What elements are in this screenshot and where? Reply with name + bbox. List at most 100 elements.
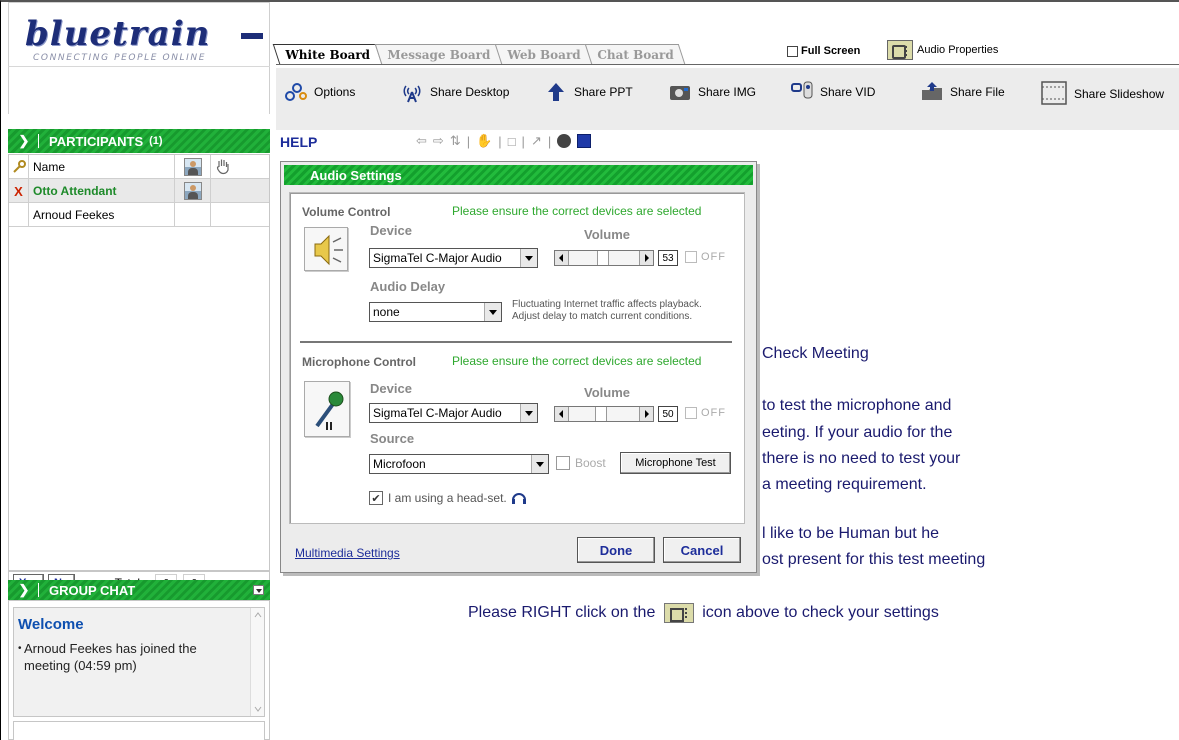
cancel-button[interactable]: Cancel <box>663 537 741 563</box>
message-line: ost present for this test meeting <box>762 551 986 568</box>
share-vid-button[interactable]: Share VID <box>790 80 875 104</box>
save-icon[interactable] <box>577 134 592 148</box>
share-slideshow-button[interactable]: Share Slideshow <box>1040 80 1164 108</box>
divider: | <box>547 133 552 149</box>
message-text: Please RIGHT click on the <box>468 604 656 622</box>
speaker-off-toggle[interactable]: OFF <box>685 251 726 263</box>
mic-volume-value[interactable]: 50 <box>658 406 678 422</box>
done-button[interactable]: Done <box>577 537 655 563</box>
key-icon <box>9 155 29 179</box>
speaker-off-checkbox[interactable] <box>685 251 697 263</box>
chevron-down-icon[interactable] <box>520 404 537 422</box>
slideshow-icon <box>1041 81 1067 105</box>
participants-header[interactable]: ❯ PARTICIPANTS (1) <box>8 129 270 153</box>
message-line: a meeting requirement. <box>762 476 927 493</box>
webcam-icon <box>791 81 813 99</box>
audio-properties-icon <box>887 40 913 60</box>
tab-chat-board[interactable]: Chat Board <box>584 44 686 64</box>
tab-web-board[interactable]: Web Board <box>494 44 593 64</box>
participant-name: Otto Attendant <box>29 179 175 203</box>
participants-list: Name X Otto Attendant Arnoud Feekes <box>8 154 270 571</box>
chat-scrollbar[interactable] <box>250 608 264 716</box>
blank-page-icon[interactable]: □ <box>508 134 516 149</box>
device-label: Device <box>370 223 412 238</box>
collapse-icon[interactable] <box>253 585 264 595</box>
fullscreen-checkbox[interactable] <box>787 45 798 57</box>
divider: | <box>498 133 502 149</box>
slider-left-arrow-icon[interactable] <box>555 407 569 421</box>
dialog-title[interactable]: Audio Settings <box>284 165 753 185</box>
scroll-down-icon[interactable] <box>253 704 263 714</box>
column-name-header[interactable]: Name <box>29 155 175 179</box>
boost-checkbox[interactable] <box>556 456 570 470</box>
mic-volume-slider[interactable] <box>554 406 654 422</box>
chevron-down-icon[interactable] <box>520 249 537 267</box>
off-label: OFF <box>701 407 726 419</box>
slider-right-arrow-icon[interactable] <box>639 407 653 421</box>
slider-right-arrow-icon[interactable] <box>639 251 653 265</box>
mic-device-select[interactable]: SigmaTel C-Major Audio <box>369 403 538 423</box>
print-icon[interactable] <box>557 134 572 148</box>
volume-control-title: Volume Control <box>302 205 391 219</box>
divider <box>38 583 39 597</box>
multimedia-settings-link[interactable]: Multimedia Settings <box>295 546 400 560</box>
tab-message-board[interactable]: Message Board <box>374 44 503 64</box>
boost-label: Boost <box>575 456 606 470</box>
fullscreen-toggle[interactable]: Full Screen <box>787 45 860 57</box>
participants-count: (1) <box>149 135 163 147</box>
raise-hand-icon[interactable] <box>211 155 269 179</box>
pointer-hand-icon[interactable]: ✋ <box>476 133 492 149</box>
share-desktop-button[interactable]: Share Desktop <box>400 80 509 104</box>
folder-upload-icon <box>922 82 942 100</box>
speaker-volume-slider[interactable] <box>554 250 654 266</box>
message-line: Check Meeting <box>762 345 869 362</box>
boost-toggle[interactable]: Boost <box>556 456 606 470</box>
chat-log: Welcome • Arnoud Feekes has joined the m… <box>13 607 265 717</box>
message-line: to test the microphone and <box>762 397 952 414</box>
help-link[interactable]: HELP <box>280 134 317 150</box>
chevron-down-icon[interactable] <box>531 455 548 473</box>
mic-source-select[interactable]: Microfoon <box>369 454 549 474</box>
audio-delay-select[interactable]: none <box>369 302 502 322</box>
participant-row[interactable]: Arnoud Feekes <box>9 203 269 227</box>
slider-left-arrow-icon[interactable] <box>555 251 569 265</box>
mic-device-value: SigmaTel C-Major Audio <box>373 406 502 420</box>
options-button[interactable]: Options <box>284 80 355 104</box>
microphone-test-button[interactable]: Microphone Test <box>620 452 731 474</box>
forward-icon[interactable]: ⇨ <box>433 133 444 149</box>
share-ppt-button[interactable]: Share PPT <box>544 80 633 104</box>
chevron-down-icon[interactable] <box>484 303 501 321</box>
headset-checkbox[interactable]: ✔ <box>369 491 383 505</box>
options-icon <box>285 83 307 101</box>
chat-message-text: Arnoud Feekes has joined the meeting (04… <box>24 641 197 673</box>
volume-control-note: Please ensure the correct devices are se… <box>452 204 702 218</box>
headset-icon <box>511 493 526 504</box>
chat-input[interactable] <box>13 721 265 740</box>
sort-icon[interactable]: ⇅ <box>450 133 461 149</box>
back-icon[interactable]: ⇦ <box>416 133 427 149</box>
audio-properties-button[interactable]: Audio Properties <box>887 40 998 60</box>
slider-thumb[interactable] <box>595 407 607 421</box>
mic-off-toggle[interactable]: OFF <box>685 407 726 419</box>
share-file-button[interactable]: Share File <box>920 80 1005 104</box>
slider-thumb[interactable] <box>597 251 609 265</box>
speaker-volume-value[interactable]: 53 <box>658 250 678 266</box>
delay-note-line: Fluctuating Internet traffic affects pla… <box>512 299 702 310</box>
message-line: there is no need to test your <box>762 450 961 467</box>
share-desktop-label: Share Desktop <box>430 85 510 99</box>
dialog-body: Volume Control Please ensure the correct… <box>289 192 745 524</box>
logo-area: bluetrain CONNECTING PEOPLE ONLINE <box>8 2 270 114</box>
speaker-device-select[interactable]: SigmaTel C-Major Audio <box>369 248 538 268</box>
share-img-button[interactable]: Share IMG <box>668 80 756 104</box>
source-label: Source <box>370 431 415 446</box>
cursor-icon[interactable]: ↗ <box>531 133 542 149</box>
participant-row[interactable]: X Otto Attendant <box>9 179 269 203</box>
tab-white-board[interactable]: White Board <box>272 44 382 64</box>
share-toolbar: Options Share Desktop Share PPT Share IM… <box>276 68 1179 130</box>
scroll-up-icon[interactable] <box>253 610 263 620</box>
audio-properties-label: Audio Properties <box>917 44 999 56</box>
mic-off-checkbox[interactable] <box>685 407 697 419</box>
headset-toggle[interactable]: ✔ I am using a head-set. <box>369 489 528 507</box>
group-chat-header[interactable]: ❯ GROUP CHAT <box>8 580 270 600</box>
mic-source-value: Microfoon <box>373 457 426 471</box>
